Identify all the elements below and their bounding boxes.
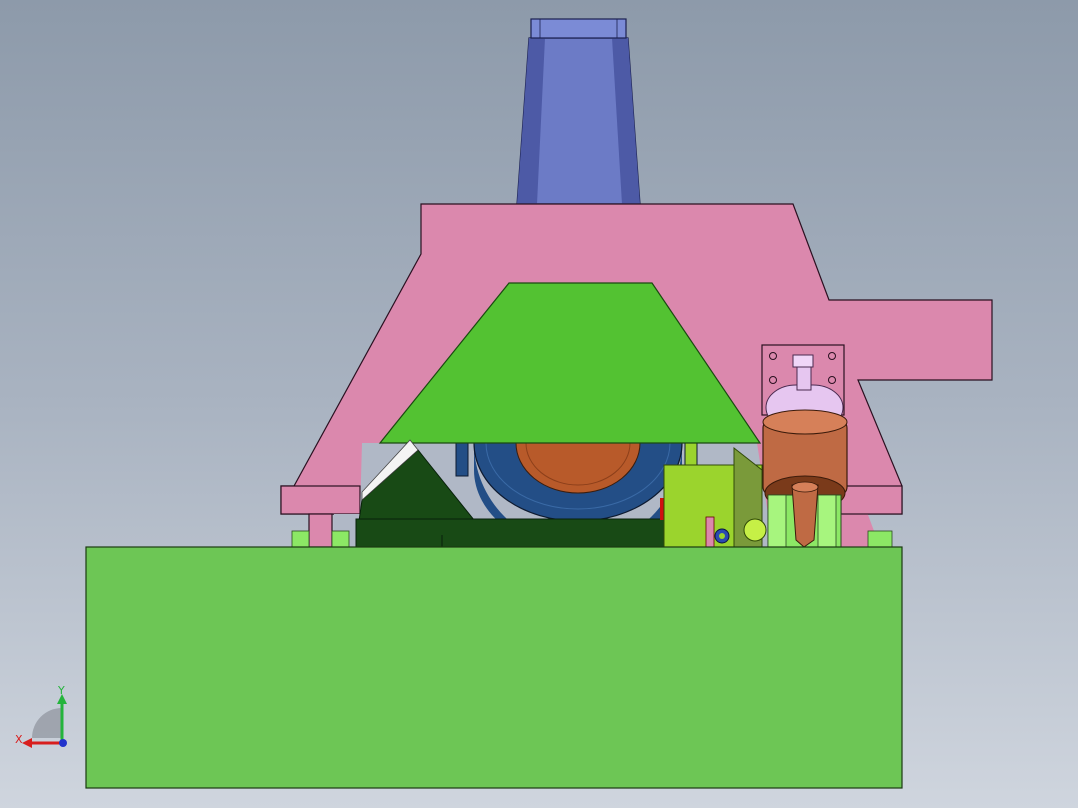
- z-axis-dot: [59, 739, 67, 747]
- axis-triad: Y X: [12, 684, 76, 756]
- triad-sweep: [32, 708, 62, 738]
- base-block[interactable]: [85, 546, 903, 789]
- y-axis-label: Y: [57, 686, 65, 697]
- x-axis-label: X: [15, 733, 23, 746]
- assembly-model[interactable]: [0, 0, 1078, 808]
- cad-viewport[interactable]: Y X: [0, 0, 1078, 808]
- cylinder-assembly[interactable]: [761, 344, 848, 548]
- motor-column[interactable]: [516, 18, 641, 205]
